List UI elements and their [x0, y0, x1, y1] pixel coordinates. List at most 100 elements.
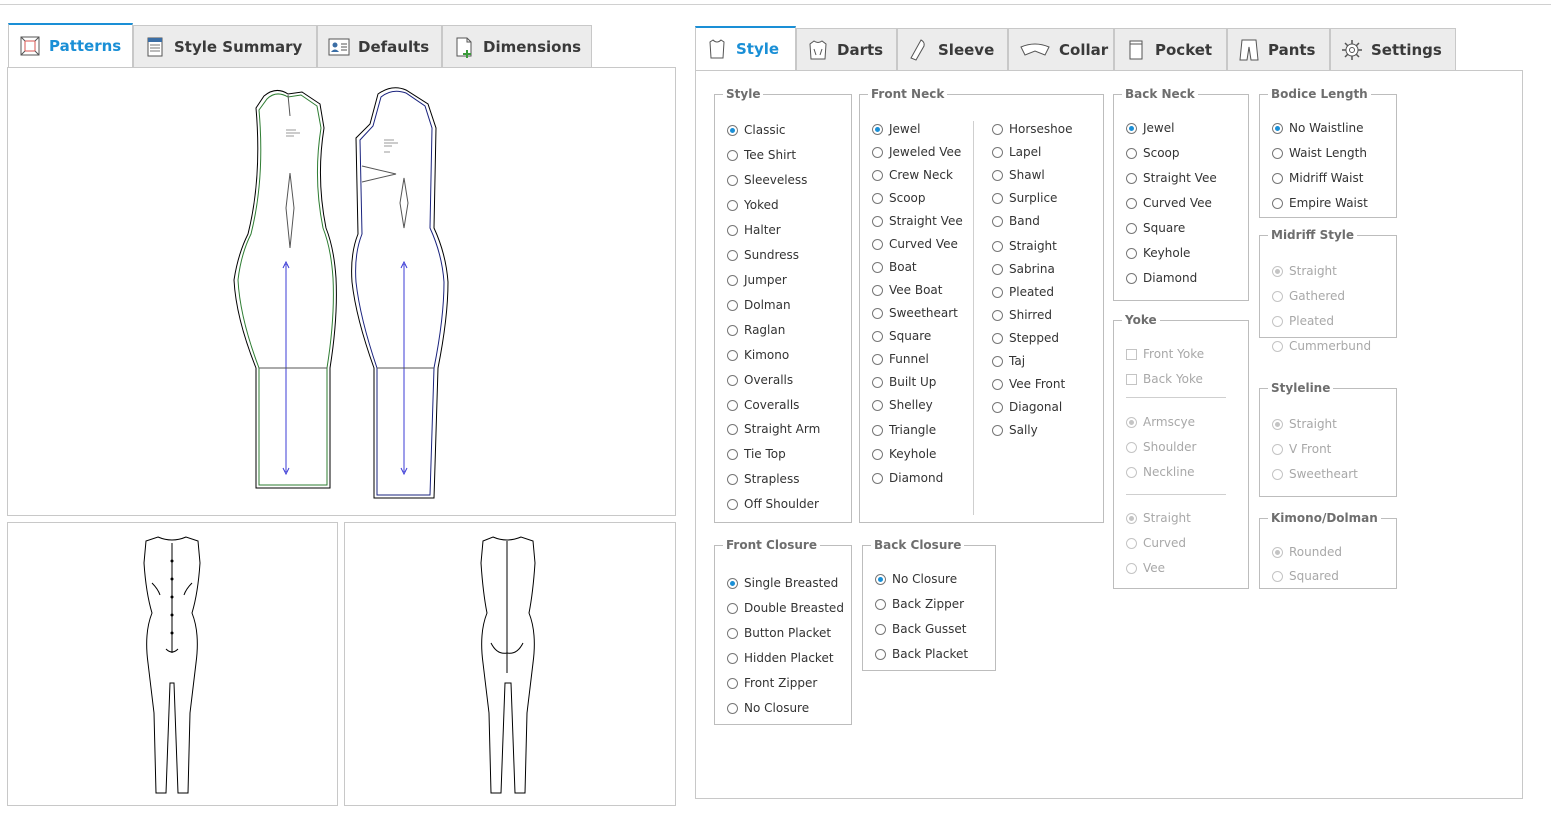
- style-option-sleeveless[interactable]: Sleeveless: [727, 173, 807, 187]
- front-neck-option[interactable]: Vee Boat: [872, 283, 943, 297]
- pattern-view[interactable]: [7, 67, 676, 516]
- bodice-length-option[interactable]: Midriff Waist: [1272, 171, 1363, 185]
- tab-sleeve[interactable]: Sleeve: [897, 28, 1008, 70]
- front-closure-option[interactable]: Double Breasted: [727, 601, 844, 615]
- tab-pants[interactable]: Pants: [1227, 28, 1330, 70]
- tab-pocket[interactable]: Pocket: [1114, 28, 1227, 70]
- front-neck-option[interactable]: Sweetheart: [872, 306, 958, 320]
- back-closure-option[interactable]: Back Placket: [875, 647, 968, 661]
- front-neck-option[interactable]: Shawl: [992, 168, 1045, 182]
- radio[interactable]: [727, 224, 738, 236]
- radio[interactable]: [727, 473, 738, 485]
- group-legend: Back Closure: [874, 538, 962, 552]
- style-option-overalls[interactable]: Overalls: [727, 373, 793, 387]
- radio[interactable]: [727, 249, 738, 261]
- back-neck-option[interactable]: Jewel: [1126, 121, 1174, 135]
- radio[interactable]: [727, 274, 738, 286]
- style-option-tee-shirt[interactable]: Tee Shirt: [727, 148, 796, 162]
- front-neck-option[interactable]: Diamond: [872, 471, 943, 485]
- back-neck-option[interactable]: Keyhole: [1126, 246, 1190, 260]
- front-neck-option[interactable]: Straight Vee: [872, 214, 963, 228]
- tab-style[interactable]: Style: [695, 26, 796, 70]
- style-option-jumper[interactable]: Jumper: [727, 273, 787, 287]
- group-legend: Kimono/Dolman: [1271, 511, 1378, 525]
- radio[interactable]: [727, 498, 738, 510]
- front-closure-option[interactable]: Single Breasted: [727, 576, 838, 590]
- front-neck-option[interactable]: Jewel: [872, 122, 920, 136]
- front-neck-option[interactable]: Band: [992, 214, 1040, 228]
- front-neck-option[interactable]: Keyhole: [872, 447, 936, 461]
- front-neck-option[interactable]: Lapel: [992, 145, 1041, 159]
- radio[interactable]: [727, 349, 738, 361]
- radio[interactable]: [727, 374, 738, 386]
- front-neck-option[interactable]: Taj: [992, 354, 1025, 368]
- radio[interactable]: [727, 199, 738, 211]
- style-options-panel: Style Classic Tee Shirt Sleeveless Yoked…: [695, 70, 1523, 799]
- bodice-length-option[interactable]: Waist Length: [1272, 146, 1367, 160]
- front-neck-option[interactable]: Funnel: [872, 352, 929, 366]
- radio[interactable]: [727, 299, 738, 311]
- style-option-yoked[interactable]: Yoked: [727, 198, 779, 212]
- style-option-halter[interactable]: Halter: [727, 223, 781, 237]
- style-option-coveralls[interactable]: Coveralls: [727, 398, 799, 412]
- back-closure-option[interactable]: Back Gusset: [875, 622, 966, 636]
- front-neck-option[interactable]: Square: [872, 329, 931, 343]
- style-option-dolman[interactable]: Dolman: [727, 298, 791, 312]
- radio[interactable]: [727, 174, 738, 186]
- tab-patterns[interactable]: Patterns: [8, 23, 133, 67]
- back-closure-option[interactable]: No Closure: [875, 572, 957, 586]
- radio[interactable]: [727, 124, 738, 136]
- back-neck-option[interactable]: Straight Vee: [1126, 171, 1217, 185]
- style-option-off-shoulder[interactable]: Off Shoulder: [727, 497, 819, 511]
- front-closure-option[interactable]: Hidden Placket: [727, 651, 834, 665]
- midriff-style-group: Midriff Style Straight Gathered Pleated …: [1259, 228, 1397, 353]
- radio[interactable]: [727, 149, 738, 161]
- front-neck-option[interactable]: Pleated: [992, 285, 1054, 299]
- tab-style-summary[interactable]: Style Summary: [133, 25, 317, 67]
- front-neck-option[interactable]: Surplice: [992, 191, 1057, 205]
- back-neck-option[interactable]: Curved Vee: [1126, 196, 1212, 210]
- back-neck-option[interactable]: Scoop: [1126, 146, 1180, 160]
- radio[interactable]: [727, 399, 738, 411]
- front-neck-option[interactable]: Scoop: [872, 191, 926, 205]
- style-option-raglan[interactable]: Raglan: [727, 323, 785, 337]
- front-neck-option[interactable]: Vee Front: [992, 377, 1065, 391]
- front-neck-option[interactable]: Diagonal: [992, 400, 1062, 414]
- bodice-length-option[interactable]: No Waistline: [1272, 121, 1364, 135]
- front-closure-option[interactable]: Button Placket: [727, 626, 831, 640]
- front-neck-option[interactable]: Stepped: [992, 331, 1059, 345]
- tab-darts[interactable]: Darts: [796, 28, 897, 70]
- front-neck-option[interactable]: Sally: [992, 423, 1038, 437]
- style-option-kimono[interactable]: Kimono: [727, 348, 789, 362]
- front-closure-option[interactable]: No Closure: [727, 701, 809, 715]
- radio[interactable]: [727, 423, 738, 435]
- style-option-tie-top[interactable]: Tie Top: [727, 447, 786, 461]
- front-neck-option[interactable]: Straight: [992, 239, 1057, 253]
- back-neck-option[interactable]: Square: [1126, 221, 1185, 235]
- front-closure-option[interactable]: Front Zipper: [727, 676, 817, 690]
- front-neck-option[interactable]: Jeweled Vee: [872, 145, 961, 159]
- front-neck-option[interactable]: Crew Neck: [872, 168, 953, 182]
- tab-collar[interactable]: Collar: [1008, 28, 1114, 70]
- style-summary-icon: [147, 37, 163, 56]
- front-neck-option[interactable]: Sabrina: [992, 262, 1055, 276]
- style-option-straight-arm[interactable]: Straight Arm: [727, 422, 820, 436]
- style-option-classic[interactable]: Classic: [727, 123, 786, 137]
- front-neck-option[interactable]: Horseshoe: [992, 122, 1073, 136]
- radio[interactable]: [727, 324, 738, 336]
- front-neck-option[interactable]: Curved Vee: [872, 237, 958, 251]
- style-option-strapless[interactable]: Strapless: [727, 472, 799, 486]
- front-neck-option[interactable]: Shelley: [872, 398, 933, 412]
- tab-settings[interactable]: Settings: [1330, 28, 1456, 70]
- front-neck-option[interactable]: Boat: [872, 260, 917, 274]
- back-neck-option[interactable]: Diamond: [1126, 271, 1197, 285]
- front-neck-option[interactable]: Shirred: [992, 308, 1052, 322]
- style-option-sundress[interactable]: Sundress: [727, 248, 799, 262]
- tab-dimensions[interactable]: Dimensions: [442, 25, 592, 67]
- tab-defaults[interactable]: Defaults: [317, 25, 442, 67]
- front-neck-option[interactable]: Triangle: [872, 423, 936, 437]
- radio[interactable]: [727, 448, 738, 460]
- back-closure-option[interactable]: Back Zipper: [875, 597, 964, 611]
- front-neck-option[interactable]: Built Up: [872, 375, 936, 389]
- bodice-length-option[interactable]: Empire Waist: [1272, 196, 1368, 210]
